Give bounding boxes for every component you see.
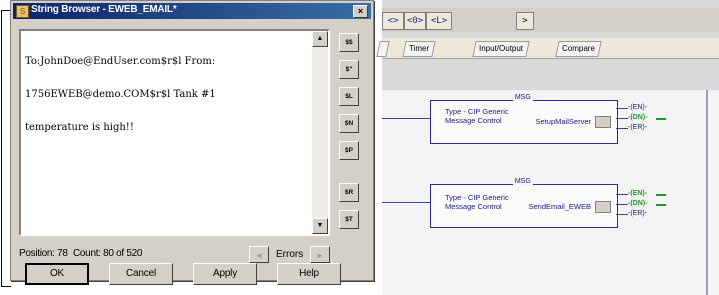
msg-tag-name: SetupMailServer [535, 117, 591, 126]
msg-browse-button[interactable] [595, 116, 611, 128]
dn-bit: -(DN)- [628, 200, 648, 207]
insert-dollar-button[interactable]: $$ [339, 33, 359, 52]
msg-type-line: Message Control [445, 116, 502, 125]
tab-label: Timer [409, 44, 430, 53]
close-button[interactable]: × [353, 5, 368, 18]
energized-indicator [656, 194, 666, 196]
tab-label: Compare [562, 44, 595, 53]
dialog-titlebar[interactable]: S String Browser - EWEB_EMAIL* × [13, 3, 371, 19]
right-power-rail [706, 90, 708, 295]
arrow-right-icon: ► [316, 251, 324, 260]
count-readout: Count: 80 of 520 [73, 248, 143, 259]
insert-return-button[interactable]: $R [339, 183, 359, 202]
tab-compare[interactable]: Compare [555, 41, 602, 57]
text-line: 1756EWEB@demo.COM$r$l Tank #1 [25, 89, 216, 100]
close-icon: × [357, 6, 364, 16]
output-wire [616, 214, 628, 215]
instruction-button-contact[interactable]: <> [382, 12, 404, 30]
msg-type-label: Type - CIP Generic Message Control [445, 193, 509, 211]
rung-wire [382, 118, 430, 119]
tab-timer[interactable]: Timer [402, 41, 436, 57]
text-line: To:JohnDoe@EndUser.com$r$l From: [25, 56, 216, 67]
energized-indicator [656, 118, 666, 120]
output-wire [616, 128, 628, 129]
energized-indicator [656, 204, 666, 206]
bit-label: ER [632, 210, 643, 217]
bit-label: DN [632, 114, 643, 121]
msg-type-line: Message Control [445, 202, 502, 211]
instruction-tabs: Timer Input/Output Compare [376, 38, 719, 59]
cancel-button[interactable]: Cancel [109, 263, 173, 285]
text-line: temperature is high!! [25, 122, 134, 133]
bit-label: EN [632, 190, 643, 197]
ok-button[interactable]: OK [25, 263, 89, 285]
msg-instruction-block[interactable]: MSG Type - CIP Generic Message Control S… [430, 178, 618, 228]
msg-title: MSG [512, 178, 533, 185]
insert-quote-button[interactable]: $" [339, 60, 359, 79]
msg-browse-button[interactable] [595, 201, 611, 213]
instruction-button-otu[interactable]: <0> [404, 12, 426, 30]
errors-label: Errors [276, 249, 304, 260]
dn-bit: -(DN)- [628, 114, 648, 121]
msg-type-line: Type - CIP Generic [445, 107, 509, 116]
help-button[interactable]: Help [277, 263, 341, 285]
arrow-up-icon: ▲ [316, 35, 324, 42]
bit-label: DN [632, 200, 643, 207]
msg-type-label: Type - CIP Generic Message Control [445, 107, 509, 125]
tab-input-output[interactable]: Input/Output [472, 41, 530, 57]
arrow-left-icon: ◄ [255, 251, 263, 260]
position-readout: Position: 78 [19, 248, 68, 259]
output-wire [616, 108, 628, 109]
string-browser-dialog: S String Browser - EWEB_EMAIL* × To:John… [10, 0, 374, 285]
output-wire [616, 194, 628, 195]
scroll-up-button[interactable]: ▲ [312, 31, 328, 47]
tab-previous[interactable] [376, 41, 390, 57]
string-text-area[interactable]: To:JohnDoe@EndUser.com$r$l From: 1756EWE… [19, 29, 330, 236]
msg-title: MSG [512, 94, 533, 101]
instruction-button-otl[interactable]: <L> [426, 12, 452, 30]
app-icon: S [16, 5, 29, 18]
msg-tag-name: SendEmail_EWEB [528, 202, 591, 211]
insert-linefeed-button[interactable]: $L [339, 87, 359, 106]
apply-button[interactable]: Apply [193, 263, 257, 285]
next-error-button[interactable]: ► [310, 246, 330, 263]
ladder-editor: MSG Type - CIP Generic Message Control S… [382, 90, 719, 295]
msg-type-line: Type - CIP Generic [445, 193, 509, 202]
bit-label: EN [632, 104, 643, 111]
er-bit: -(ER)- [628, 210, 648, 217]
output-wire [616, 118, 628, 119]
en-bit: -(EN)- [628, 190, 648, 197]
instruction-toolbar: <> <0> <L> > [382, 8, 719, 32]
en-bit: -(EN)- [628, 104, 648, 111]
bit-label: ER [632, 124, 643, 131]
previous-error-button[interactable]: ◄ [249, 246, 269, 263]
string-text[interactable]: To:JohnDoe@EndUser.com$r$l From: 1756EWE… [25, 34, 310, 155]
insert-tab-button[interactable]: $T [339, 210, 359, 229]
tab-label: Input/Output [479, 44, 524, 53]
insert-page-button[interactable]: $P [339, 141, 359, 160]
insert-newline-button[interactable]: $N [339, 114, 359, 133]
rung-wire [382, 202, 430, 203]
msg-instruction-block[interactable]: MSG Type - CIP Generic Message Control S… [430, 94, 618, 144]
toolbar-scroll-right-button[interactable]: > [516, 12, 534, 30]
rslogix-window: <> <0> <L> > Timer Input/Output Compare … [376, 0, 719, 295]
scroll-down-button[interactable]: ▼ [312, 218, 328, 234]
er-bit: -(ER)- [628, 124, 648, 131]
output-wire [616, 204, 628, 205]
vertical-scrollbar[interactable]: ▲ ▼ [312, 31, 328, 234]
dialog-title: String Browser - EWEB_EMAIL* [31, 4, 177, 15]
arrow-down-icon: ▼ [316, 222, 324, 229]
